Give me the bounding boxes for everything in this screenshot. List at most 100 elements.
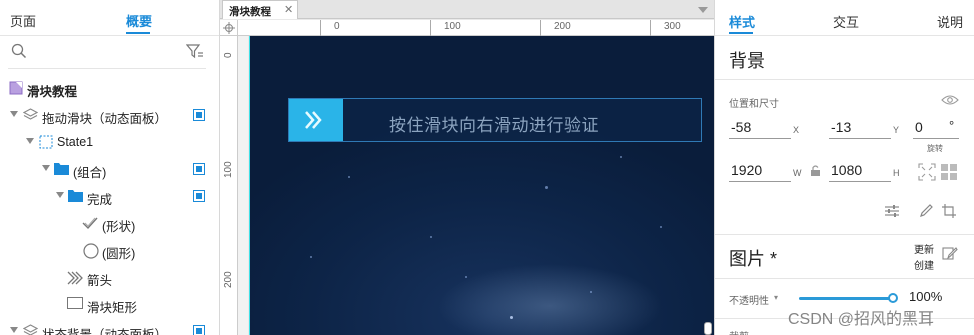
position-size-label: 位置和尺寸 <box>729 99 779 110</box>
width-label: W <box>793 168 802 178</box>
x-field[interactable]: -58 <box>729 117 791 139</box>
chevron-down-icon[interactable] <box>42 165 50 171</box>
sliders-icon[interactable] <box>884 203 900 219</box>
rotation-label: 旋转 <box>927 144 943 153</box>
opacity-dropdown-icon[interactable]: ▾ <box>774 293 778 302</box>
create-image-button[interactable]: 创建 <box>914 257 934 272</box>
layers-icon <box>23 108 38 120</box>
degree-symbol: ° <box>949 118 955 133</box>
chevron-down-icon[interactable] <box>10 111 18 117</box>
tree-item-slider-rect[interactable]: 滑块矩形 <box>0 291 218 317</box>
height-field[interactable]: 1080 <box>829 160 891 182</box>
tree-item-label: 滑块教程 <box>27 85 78 99</box>
horizontal-ruler: 0 100 200 300 <box>238 20 714 36</box>
opacity-slider-track[interactable] <box>799 297 893 300</box>
right-tab-bar: 样式 交互 说明 <box>715 0 974 36</box>
tree-item-label: 箭头 <box>87 274 113 288</box>
visibility-checkbox[interactable] <box>193 163 205 175</box>
x-label: X <box>793 125 800 135</box>
vertical-scrollbar[interactable] <box>704 322 712 335</box>
width-field[interactable]: 1920 <box>729 160 791 182</box>
tree-item-arrow[interactable]: 箭头 <box>0 264 218 290</box>
lock-icon[interactable] <box>810 164 821 177</box>
tab-list-dropdown-icon[interactable] <box>698 7 708 13</box>
divider <box>715 234 974 235</box>
image-edit-icon[interactable] <box>942 246 958 262</box>
inspector-panel: 样式 交互 说明 背景 位置和尺寸 -58 X -13 Y 0 ° 旋转 192… <box>714 0 974 335</box>
ruler-label: 100 <box>444 21 461 32</box>
opacity-value: 100% <box>909 289 943 304</box>
divider <box>8 68 206 69</box>
y-field[interactable]: -13 <box>829 117 891 139</box>
rotation-field[interactable]: 0 ° <box>913 117 959 139</box>
tree-item-label: State1 <box>57 135 94 149</box>
divider <box>715 79 974 80</box>
document-tab-title: 滑块教程 <box>229 6 271 18</box>
chevrons-icon <box>67 271 83 285</box>
fit-size-icon[interactable] <box>918 163 936 181</box>
filter-icon[interactable] <box>186 43 204 59</box>
crop-icon[interactable] <box>941 203 957 219</box>
tree-item-done[interactable]: 完成 <box>0 183 218 209</box>
tree-item-label: (形状) <box>102 220 136 234</box>
tree-item-state[interactable]: State1 <box>0 129 218 155</box>
close-icon[interactable]: ✕ <box>284 3 293 16</box>
y-label: Y <box>893 125 900 135</box>
tree-item-label: (组合) <box>73 166 107 180</box>
opacity-slider-knob[interactable] <box>888 293 898 303</box>
tree-item-shape[interactable]: (形状) <box>0 210 218 236</box>
section-title-image: 图片 * <box>729 249 778 269</box>
opacity-label: 不透明性 <box>729 296 769 307</box>
page-icon <box>9 81 23 95</box>
tab-interaction[interactable]: 交互 <box>833 12 859 31</box>
ruler-label: 300 <box>664 21 681 32</box>
folder-icon <box>54 163 69 175</box>
active-tab-indicator <box>126 32 150 34</box>
chevron-down-icon[interactable] <box>10 327 18 333</box>
chevron-down-icon[interactable] <box>26 138 34 144</box>
rectangle-icon <box>67 297 83 309</box>
layers-icon <box>23 324 38 335</box>
tree-item-state-bg[interactable]: 状态背景（动态面板） <box>0 318 218 335</box>
visibility-checkbox[interactable] <box>193 190 205 202</box>
tab-pages[interactable]: 页面 <box>10 11 36 30</box>
tab-outline[interactable]: 概要 <box>126 11 152 30</box>
tree-item-label: 状态背景（动态面板） <box>42 328 168 335</box>
ruler-label: 200 <box>223 271 234 288</box>
visibility-checkbox[interactable] <box>193 109 205 121</box>
eye-icon[interactable] <box>941 94 959 106</box>
vertical-ruler: 0 100 200 <box>220 36 238 335</box>
tree-item-group[interactable]: (组合) <box>0 156 218 182</box>
tab-document[interactable]: 滑块教程 ✕ <box>222 0 298 19</box>
tree-item-page[interactable]: 滑块教程 <box>0 75 218 101</box>
double-chevron-right-icon <box>305 111 322 129</box>
section-title-background: 背景 <box>729 51 765 71</box>
canvas-margin <box>238 36 248 335</box>
tree-item-dynamic-panel[interactable]: 拖动滑块（动态面板） <box>0 102 218 128</box>
canvas-area: 滑块教程 ✕ 0 100 200 300 0 100 200 按住滑块向右滑动进… <box>220 0 714 335</box>
slider-handle[interactable] <box>289 99 343 141</box>
document-tab-bar: 滑块教程 ✕ <box>220 0 714 19</box>
tree-item-circle[interactable]: (圆形) <box>0 237 218 263</box>
app-window: 页面 概要 滑块教程 拖动滑块（动态面板） State1 (组合) 完成 (形状… <box>0 0 974 335</box>
state-icon <box>39 135 53 149</box>
chevron-down-icon[interactable] <box>56 192 64 198</box>
search-icon[interactable] <box>11 43 27 59</box>
design-stage[interactable]: 按住滑块向右滑动进行验证 <box>250 36 714 335</box>
tree-item-label: (圆形) <box>102 247 136 261</box>
update-image-button[interactable]: 更新 <box>914 241 934 256</box>
grid-size-icon[interactable] <box>940 163 958 181</box>
tab-notes[interactable]: 说明 <box>937 12 963 31</box>
visibility-checkbox[interactable] <box>193 325 205 335</box>
active-tab-indicator <box>729 32 753 34</box>
ruler-label: 100 <box>223 161 234 178</box>
height-label: H <box>893 168 900 178</box>
tab-style[interactable]: 样式 <box>729 12 755 31</box>
edit-pen-icon[interactable] <box>918 203 934 219</box>
search-bar <box>0 40 220 66</box>
ruler-corner[interactable] <box>220 20 238 36</box>
tree-item-label: 完成 <box>87 193 113 207</box>
watermark-text: CSDN @招风的黑耳 <box>788 311 935 328</box>
slider-verify-bar[interactable]: 按住滑块向右滑动进行验证 <box>288 98 702 142</box>
tree-item-label: 拖动滑块（动态面板） <box>42 112 168 126</box>
